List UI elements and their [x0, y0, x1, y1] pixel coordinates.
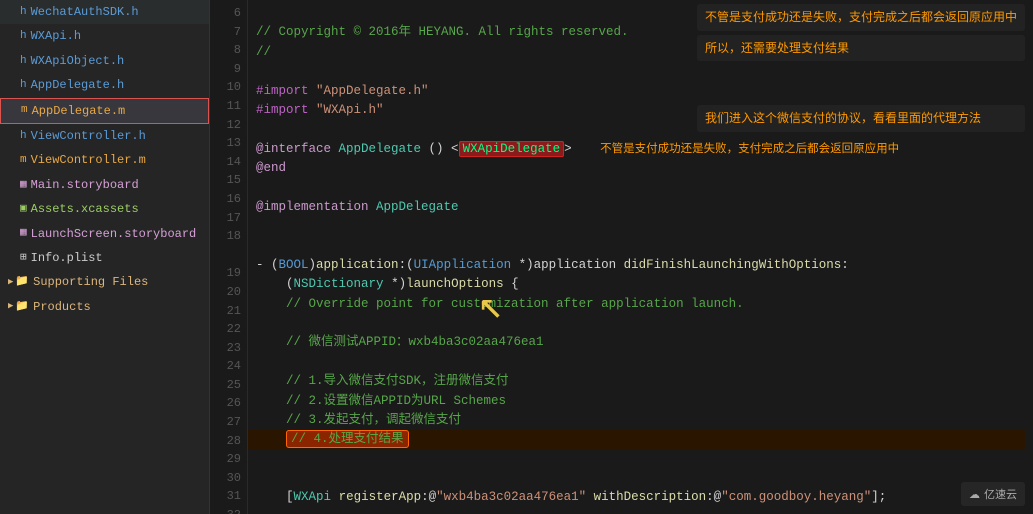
h-file-icon: h: [20, 52, 27, 71]
sidebar-item-label: WXApi.h: [31, 26, 81, 46]
line-numbers: 6 7 8 9 10 11 12 13 14 15 16 17 18 19 20…: [210, 0, 248, 514]
annotation-top-1: 不管是支付成功还是失败，支付完成之后都会返回原应用中: [697, 4, 1025, 31]
h-file-icon: h: [20, 76, 27, 95]
watermark-icon: ☁: [969, 488, 980, 501]
folder-arrow-icon: ▶: [8, 299, 13, 314]
sidebar-item-label: Supporting Files: [33, 272, 148, 292]
h-file-icon: h: [20, 3, 27, 22]
sidebar-item-launch-screen[interactable]: ▦ LaunchScreen.storyboard: [0, 222, 209, 246]
watermark-text: 亿速云: [984, 486, 1017, 502]
annotation-right-1: 不管是支付成功还是失败，支付完成之后都会返回原应用中: [594, 140, 905, 158]
xcassets-file-icon: ▣: [20, 200, 27, 219]
sidebar-item-products[interactable]: ▶ 📁 Products: [0, 295, 209, 319]
m-file-icon: m: [20, 151, 27, 170]
sidebar-item-supporting-files[interactable]: ▶ 📁 Supporting Files: [0, 270, 209, 294]
sidebar-item-label: WXApiObject.h: [31, 51, 125, 71]
h-file-icon: h: [20, 127, 27, 146]
sidebar-item-wxapi-h[interactable]: h WXApi.h: [0, 24, 209, 48]
sidebar-item-appdelegate-h[interactable]: h AppDelegate.h: [0, 73, 209, 97]
plist-file-icon: ⊞: [20, 249, 27, 268]
sidebar-item-appdelegate-m[interactable]: m AppDelegate.m: [0, 98, 209, 124]
sidebar-item-label: AppDelegate.m: [32, 101, 126, 121]
storyboard-file-icon: ▦: [20, 176, 27, 195]
sidebar-item-label: Assets.xcassets: [31, 199, 139, 219]
sidebar-item-label: ViewController.h: [31, 126, 146, 146]
sidebar-item-main-storyboard[interactable]: ▦ Main.storyboard: [0, 173, 209, 197]
sidebar-item-viewcontroller-h[interactable]: h ViewController.h: [0, 124, 209, 148]
annotation-top-2: 所以，还需要处理支付结果: [697, 35, 1025, 62]
sidebar: h WechatAuthSDK.h h WXApi.h h WXApiObjec…: [0, 0, 210, 514]
code-container: 6 7 8 9 10 11 12 13 14 15 16 17 18 19 20…: [210, 0, 1033, 514]
sidebar-item-label: Products: [33, 297, 91, 317]
sidebar-item-viewcontroller-m[interactable]: m ViewController.m: [0, 148, 209, 172]
sidebar-item-assets[interactable]: ▣ Assets.xcassets: [0, 197, 209, 221]
sidebar-item-label: AppDelegate.h: [31, 75, 125, 95]
folder-icon: 📁: [15, 273, 29, 292]
folder-icon: 📁: [15, 298, 29, 317]
sidebar-item-label: LaunchScreen.storyboard: [31, 224, 197, 244]
code-area: 6 7 8 9 10 11 12 13 14 15 16 17 18 19 20…: [210, 0, 1033, 514]
sidebar-item-wechat-auth-sdk-h[interactable]: h WechatAuthSDK.h: [0, 0, 209, 24]
m-file-icon: m: [21, 101, 28, 120]
code-editor[interactable]: // Copyright © 2016年 HEYANG. All rights …: [248, 0, 1033, 514]
annotation-panel: 不管是支付成功还是失败，支付完成之后都会返回原应用中 所以，还需要处理支付结果 …: [697, 4, 1025, 132]
storyboard-file-icon: ▦: [20, 224, 27, 243]
sidebar-item-label: Main.storyboard: [31, 175, 139, 195]
sidebar-item-label: Info.plist: [31, 248, 103, 268]
sidebar-item-label: WechatAuthSDK.h: [31, 2, 139, 22]
sidebar-item-wxapi-object-h[interactable]: h WXApiObject.h: [0, 49, 209, 73]
h-file-icon: h: [20, 27, 27, 46]
folder-arrow-icon: ▶: [8, 275, 13, 290]
watermark: ☁ 亿速云: [961, 482, 1025, 506]
sidebar-item-label: ViewController.m: [31, 150, 146, 170]
sidebar-item-info-plist[interactable]: ⊞ Info.plist: [0, 246, 209, 270]
annotation-bottom: 我们进入这个微信支付的协议，看看里面的代理方法: [697, 105, 1025, 132]
arrow-icon: ↙: [478, 290, 503, 332]
